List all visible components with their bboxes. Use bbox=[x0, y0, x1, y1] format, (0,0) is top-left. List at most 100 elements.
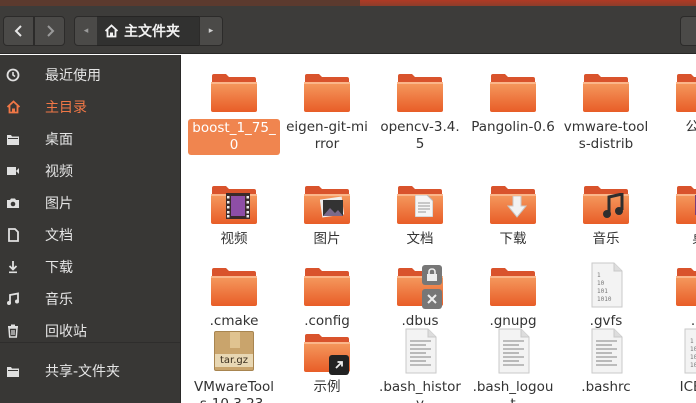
sidebar-item-music[interactable]: 音乐 bbox=[0, 283, 180, 315]
folder-icon bbox=[396, 179, 444, 227]
folder-icon bbox=[582, 67, 630, 115]
folder-icon bbox=[303, 327, 351, 375]
file-item[interactable]: 视频 bbox=[188, 179, 280, 248]
file-item[interactable]: .cmake bbox=[188, 261, 280, 330]
video-icon bbox=[0, 165, 26, 177]
archive-icon: tar.gz bbox=[210, 327, 258, 375]
file-item[interactable]: opencv-3.4.5 bbox=[374, 67, 466, 153]
archive-label: tar.gz bbox=[215, 354, 253, 367]
binary-file-icon: 1101011010 bbox=[675, 327, 696, 375]
sidebar-separator bbox=[0, 342, 180, 343]
file-name: 公共 bbox=[685, 119, 696, 135]
breadcrumb-home[interactable]: 主文件夹 bbox=[97, 16, 200, 46]
file-item[interactable]: .bashrc bbox=[560, 327, 652, 396]
chevron-right-icon bbox=[46, 25, 54, 37]
camera-icon bbox=[0, 197, 26, 209]
file-item[interactable]: boost_1_75_0 bbox=[188, 67, 280, 155]
file-item[interactable]: eigen-git-mirror bbox=[281, 67, 373, 153]
sidebar-item-recent[interactable]: 最近使用 bbox=[0, 59, 180, 91]
folder-icon bbox=[303, 261, 351, 309]
folder-icon bbox=[210, 261, 258, 309]
file-name: boost_1_75_0 bbox=[188, 119, 280, 155]
folder-icon bbox=[675, 67, 696, 115]
music-icon bbox=[0, 292, 26, 306]
file-name: 桌 bbox=[689, 231, 696, 248]
clock-icon bbox=[0, 68, 26, 82]
file-name: VMwareTools-10.3.23- bbox=[194, 379, 274, 403]
svg-text:101: 101 bbox=[690, 354, 696, 361]
file-item[interactable]: 1 10 101 1010 .gvfs bbox=[560, 261, 652, 330]
text-file-icon bbox=[396, 327, 444, 375]
file-item[interactable]: tar.gz VMwareTools-10.3.23- bbox=[188, 327, 280, 403]
breadcrumb-scroll-left[interactable]: ◂ bbox=[74, 16, 98, 46]
file-item[interactable]: 音乐 bbox=[560, 179, 652, 248]
file-item[interactable]: .bash_logout bbox=[467, 327, 559, 403]
header-bar: ◂ 主文件夹 ▸ bbox=[0, 6, 696, 54]
file-item[interactable]: vmware-tools-distrib bbox=[560, 67, 652, 153]
folder-icon bbox=[210, 179, 258, 227]
forward-button[interactable] bbox=[34, 16, 65, 46]
file-item[interactable]: 文档 bbox=[374, 179, 466, 248]
file-item[interactable]: 1101011010 ICEau bbox=[653, 327, 696, 396]
file-name: 示例 bbox=[313, 379, 341, 395]
file-name: ICEau bbox=[679, 379, 696, 395]
file-item[interactable]: Pangolin-0.6 bbox=[467, 67, 559, 136]
file-item[interactable]: .gnupg bbox=[467, 261, 559, 330]
file-item[interactable]: .bash_history bbox=[374, 327, 466, 403]
home-icon bbox=[104, 24, 119, 38]
svg-text:10: 10 bbox=[597, 280, 605, 287]
file-name: Pangolin-0.6 bbox=[471, 119, 555, 135]
file-name: vmware-tools-distrib bbox=[563, 119, 649, 152]
file-name: 视频 bbox=[220, 231, 248, 247]
trash-icon bbox=[0, 324, 26, 338]
folder-icon bbox=[0, 133, 26, 146]
sidebar-item-documents[interactable]: 文档 bbox=[0, 219, 180, 251]
home-icon bbox=[0, 100, 26, 114]
file-name: .bash_logout bbox=[472, 379, 554, 403]
document-icon bbox=[0, 228, 26, 242]
svg-text:1: 1 bbox=[690, 338, 694, 345]
svg-text:1010: 1010 bbox=[690, 362, 696, 369]
folder-icon bbox=[489, 67, 537, 115]
shared-folder-icon bbox=[0, 365, 26, 378]
text-file-icon bbox=[489, 327, 537, 375]
file-item[interactable]: .config bbox=[281, 261, 373, 330]
sidebar-item-shared-folders[interactable]: 共享-文件夹 bbox=[0, 355, 180, 387]
download-icon bbox=[0, 260, 26, 274]
folder-icon bbox=[675, 261, 696, 309]
folder-icon bbox=[582, 179, 630, 227]
file-item[interactable]: 下载 bbox=[467, 179, 559, 248]
file-item[interactable]: .lo bbox=[653, 261, 696, 330]
chevron-left-icon bbox=[14, 25, 22, 37]
folder-icon bbox=[489, 179, 537, 227]
folder-icon bbox=[489, 261, 537, 309]
back-button[interactable] bbox=[3, 16, 34, 46]
file-name: eigen-git-mirror bbox=[286, 119, 368, 152]
toolbar-menu-button[interactable] bbox=[680, 16, 696, 46]
folder-icon bbox=[396, 261, 444, 309]
sidebar-item-pictures[interactable]: 图片 bbox=[0, 187, 180, 219]
folder-icon bbox=[210, 67, 258, 115]
file-item[interactable]: .dbus bbox=[374, 261, 466, 330]
file-name: .bashrc bbox=[581, 379, 631, 395]
file-name: 音乐 bbox=[592, 231, 620, 247]
file-item[interactable]: 桌 bbox=[653, 179, 696, 248]
breadcrumb-label: 主文件夹 bbox=[124, 24, 180, 40]
svg-text:1010: 1010 bbox=[597, 296, 612, 303]
file-name: opencv-3.4.5 bbox=[380, 119, 460, 152]
file-item[interactable]: 图片 bbox=[281, 179, 373, 248]
folder-icon bbox=[675, 179, 696, 227]
file-name: .bash_history bbox=[379, 379, 461, 403]
sidebar-item-home[interactable]: 主目录 bbox=[0, 91, 180, 123]
binary-file-icon: 1101011010 bbox=[582, 261, 630, 309]
places-sidebar: 最近使用 主目录 桌面 视频 图片 文档 下载 音乐 回收站 共享-文件夹 bbox=[0, 55, 181, 403]
folder-icon bbox=[396, 67, 444, 115]
file-grid: boost_1_75_0 eigen-git-mirror opencv-3.4.5… bbox=[182, 55, 696, 403]
sidebar-item-videos[interactable]: 视频 bbox=[0, 155, 180, 187]
sidebar-item-downloads[interactable]: 下载 bbox=[0, 251, 180, 283]
file-item[interactable]: 公共 bbox=[653, 67, 696, 136]
folder-icon bbox=[303, 179, 351, 227]
sidebar-item-desktop[interactable]: 桌面 bbox=[0, 123, 180, 155]
breadcrumb-scroll-right[interactable]: ▸ bbox=[199, 16, 223, 46]
file-item[interactable]: 示例 bbox=[281, 327, 373, 396]
